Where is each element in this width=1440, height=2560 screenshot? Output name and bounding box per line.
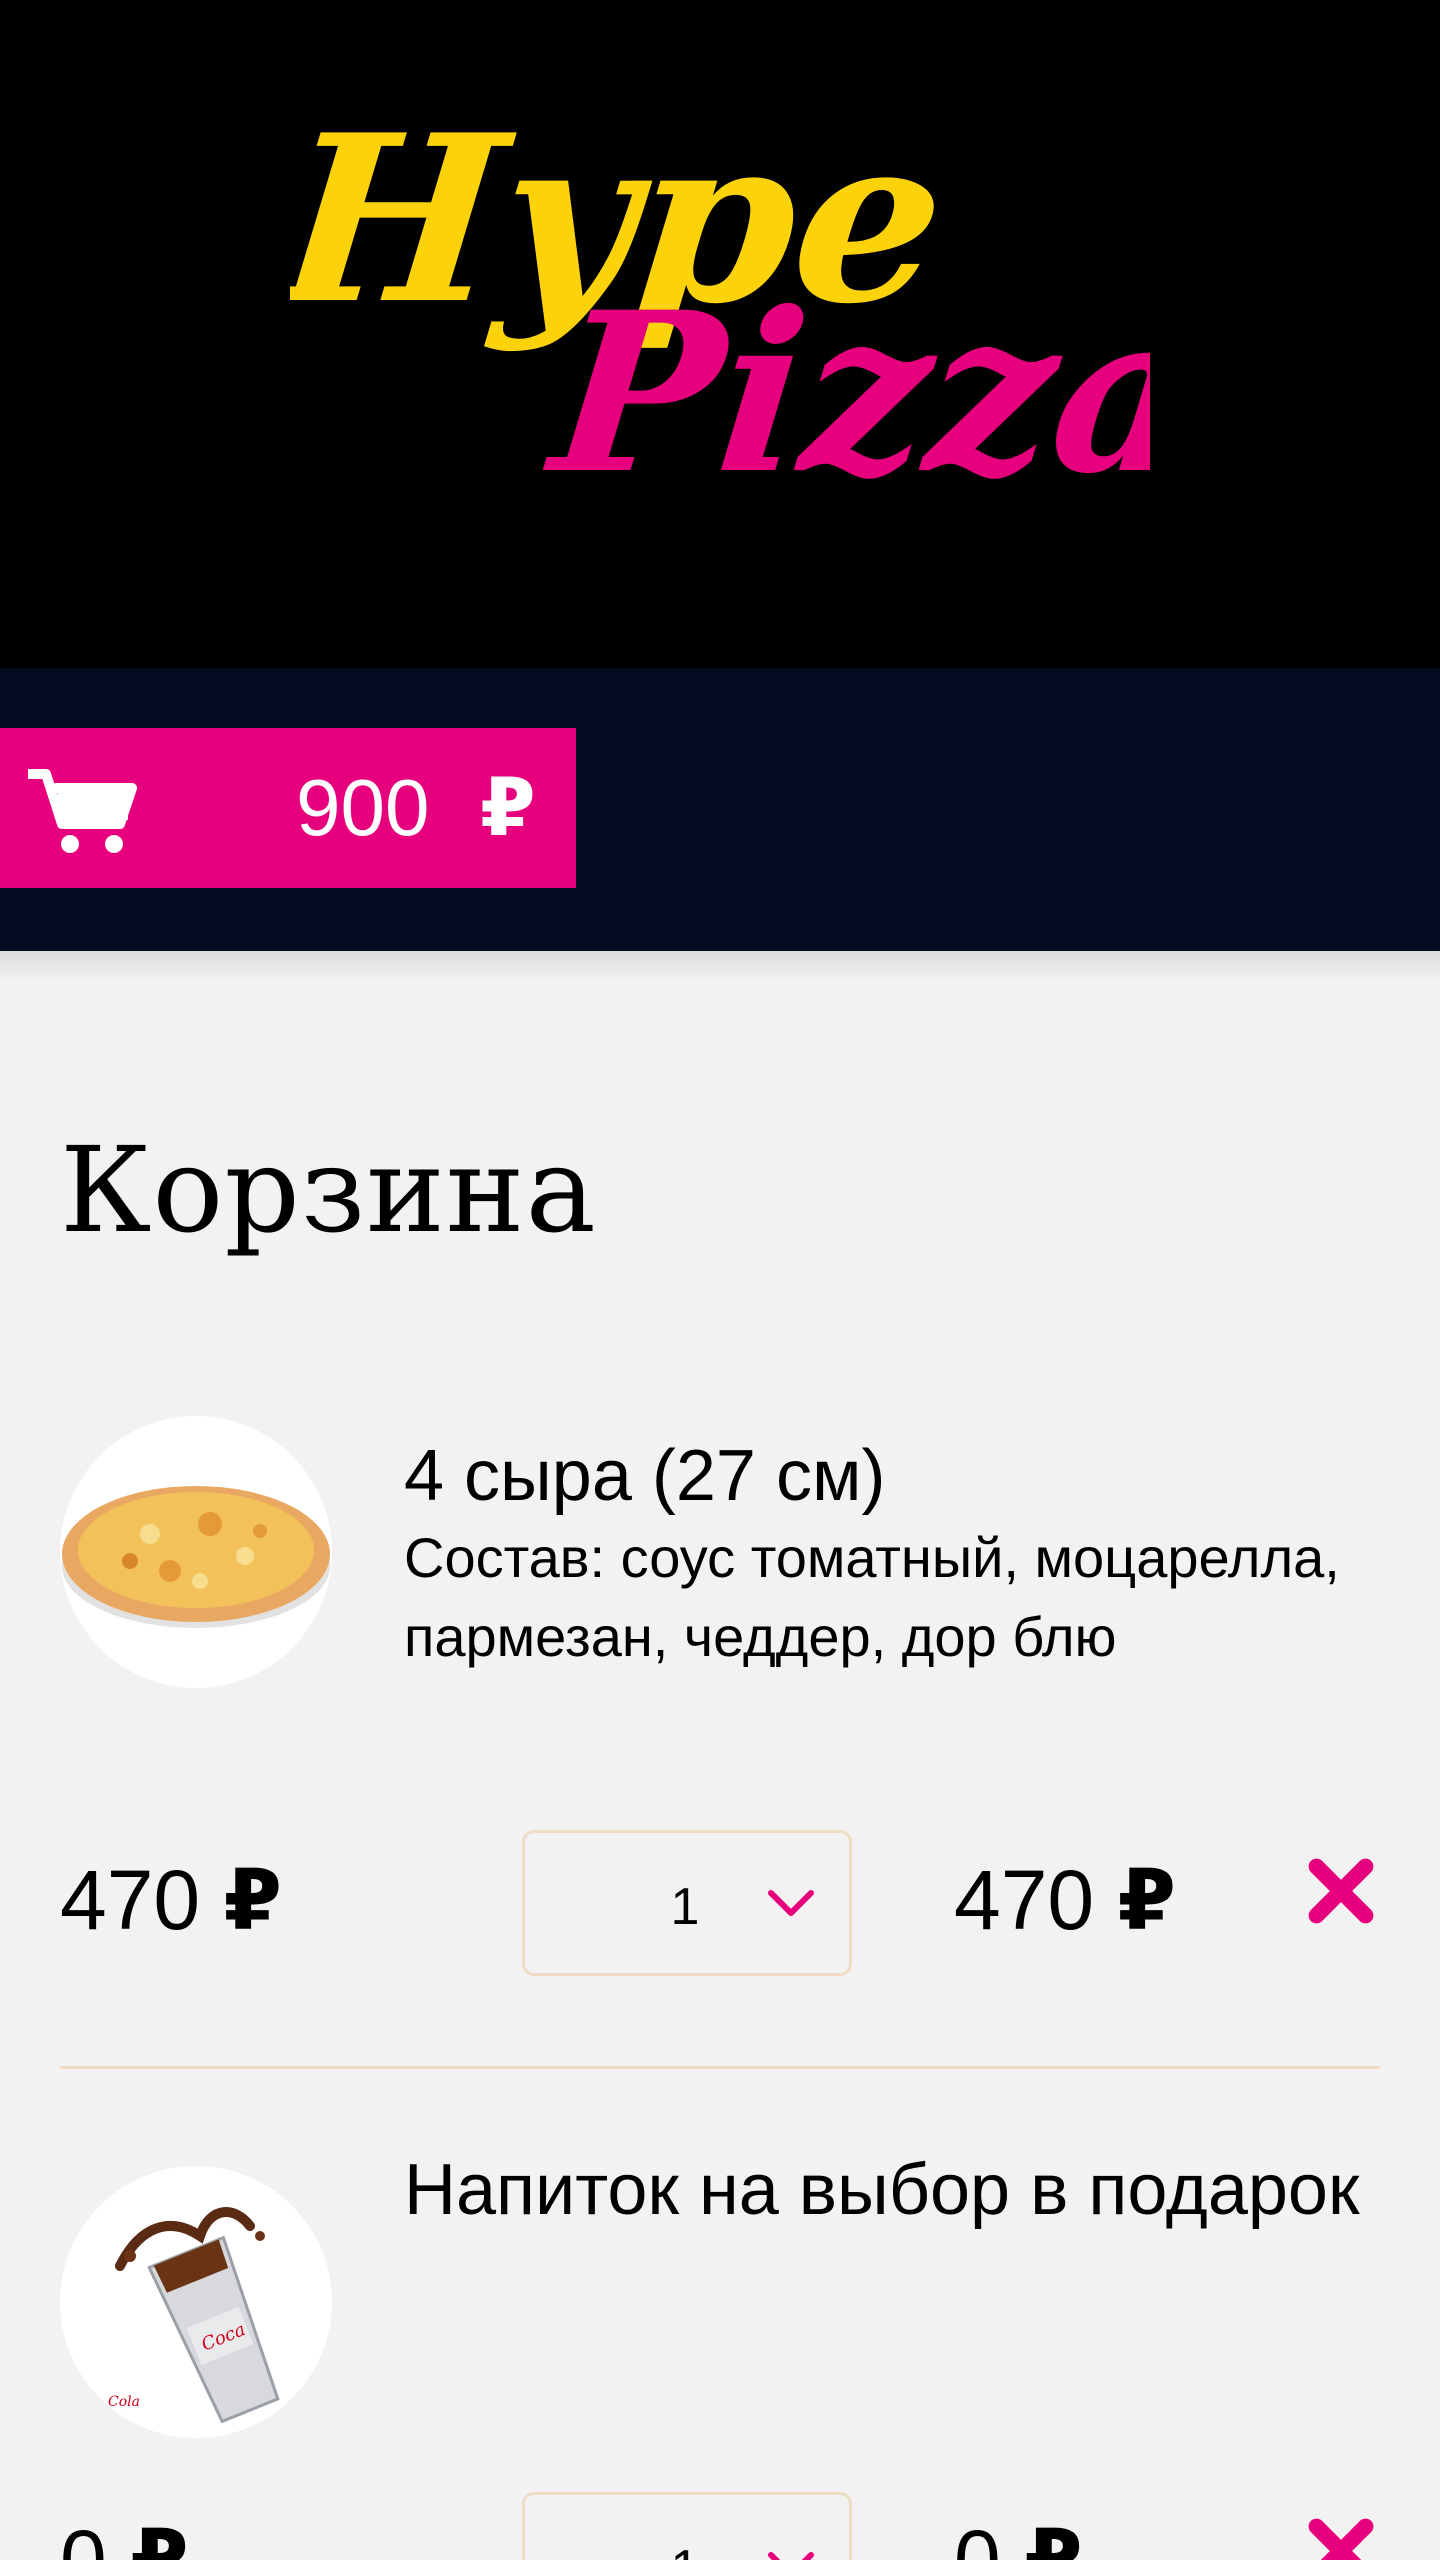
- drink-cup-image: Coca Cola: [60, 2166, 332, 2438]
- remove-x-icon[interactable]: [1306, 2516, 1376, 2560]
- item-divider: [60, 2066, 1380, 2069]
- item-line-total-currency: ₽: [1024, 2511, 1083, 2560]
- cart-total-currency: ₽: [480, 761, 536, 854]
- cart-summary-button[interactable]: 900 ₽: [0, 728, 576, 888]
- cart-item: 4 сыра (27 см) Состав: соус томатный, мо…: [0, 1400, 1440, 2080]
- chevron-down-icon: [768, 1890, 814, 1916]
- item-unit-price-currency: ₽: [130, 2511, 189, 2560]
- item-line-total-currency: ₽: [1117, 1851, 1176, 1949]
- hype-pizza-logo[interactable]: Hype Pizza: [290, 70, 1150, 490]
- item-line-total: 470 ₽: [954, 1850, 1176, 1950]
- remove-x-icon[interactable]: [1306, 1856, 1376, 1926]
- chevron-down-icon: [768, 2552, 814, 2560]
- item-unit-price-value: 0: [60, 2513, 107, 2560]
- item-unit-price: 0 ₽: [60, 2510, 189, 2560]
- page-title: Корзина: [60, 1121, 597, 1259]
- quantity-select[interactable]: 1: [522, 2492, 852, 2560]
- cart-total-amount: 900: [296, 763, 430, 852]
- pizza-image: [60, 1416, 332, 1688]
- item-unit-price: 470 ₽: [60, 1850, 282, 1950]
- item-line-total-value: 470: [954, 1853, 1095, 1947]
- logo-line-pizza: Pizza: [536, 265, 1150, 490]
- item-line-total-value: 0: [954, 2513, 1001, 2560]
- item-name: 4 сыра (27 см): [404, 1436, 886, 1516]
- svg-text:Cola: Cola: [108, 2394, 140, 2410]
- item-unit-price-value: 470: [60, 1853, 201, 1947]
- quantity-select[interactable]: 1: [522, 1830, 852, 1976]
- site-header: Hype Pizza: [0, 0, 1440, 668]
- shopping-cart-icon: [28, 769, 137, 853]
- item-name: Напиток на выбор в подарок: [404, 2150, 1360, 2230]
- cart-bar-shadow: [0, 951, 1440, 981]
- cart-item: Coca Cola Напиток на выбор в подарок 0 ₽…: [0, 2150, 1440, 2560]
- item-line-total: 0 ₽: [954, 2510, 1083, 2560]
- item-unit-price-currency: ₽: [223, 1851, 282, 1949]
- item-description: Состав: соус томатный, моцарелла, пармез…: [404, 1526, 1340, 1668]
